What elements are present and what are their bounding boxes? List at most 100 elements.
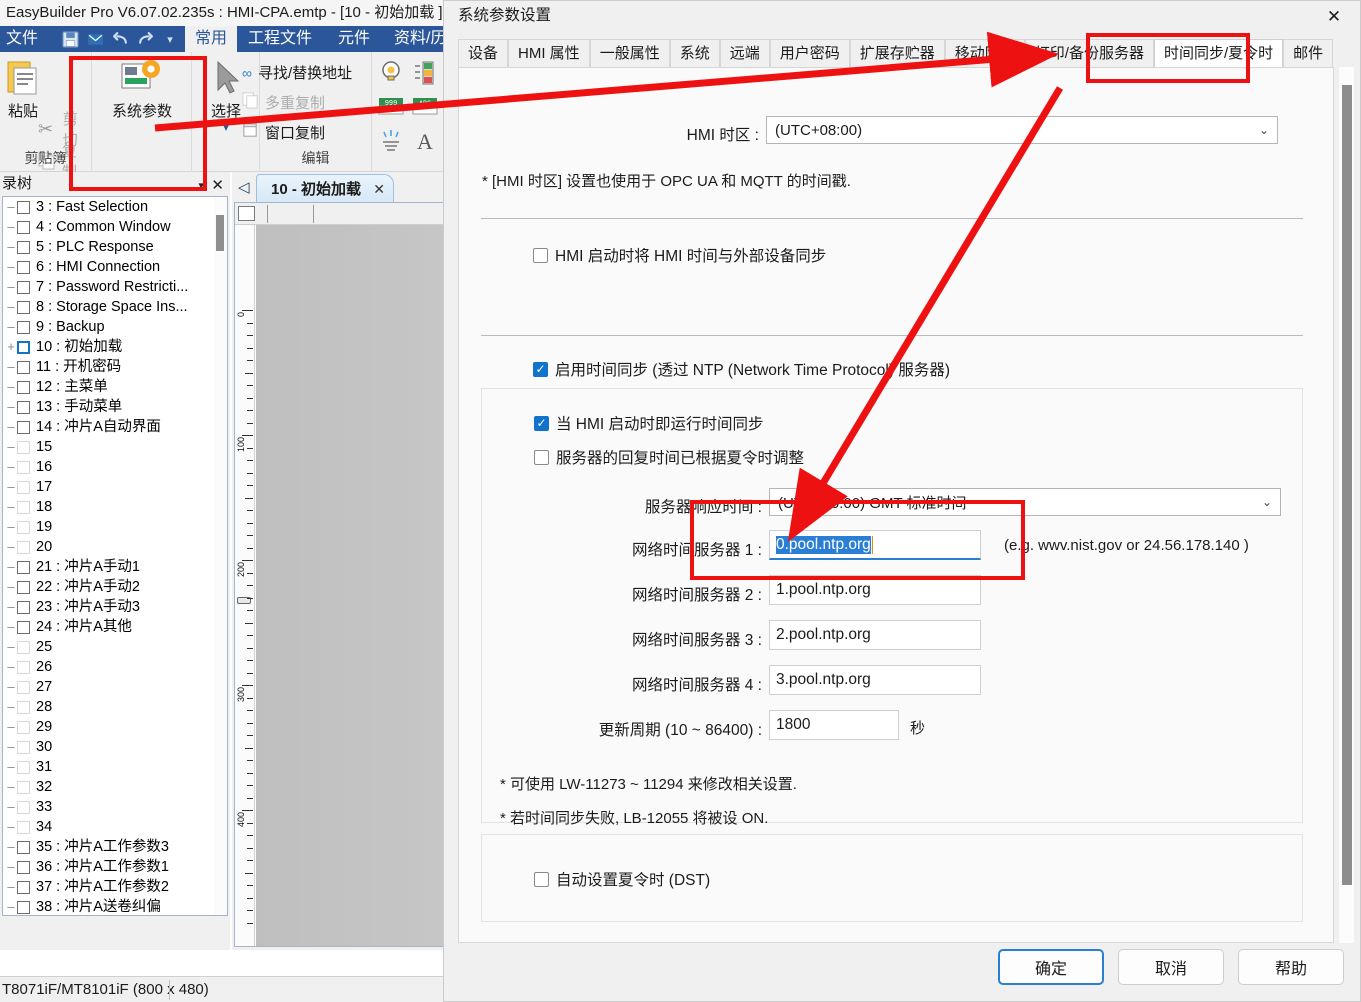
tree-item[interactable]: – 3 : Fast Selection <box>3 197 215 217</box>
dialog-tab-8[interactable]: 打印/备份服务器 <box>1024 39 1154 67</box>
export-icon[interactable] <box>85 29 105 49</box>
tree-item[interactable]: – 37 : 冲片A工作参数2 <box>3 877 215 897</box>
tree-item[interactable]: – 4 : Common Window <box>3 217 215 237</box>
chevron-down-icon[interactable]: ▾ <box>223 121 229 134</box>
save-icon[interactable] <box>60 29 80 49</box>
customize-qat-icon[interactable]: ▾ <box>160 29 180 49</box>
tree-item[interactable]: – 38 : 冲片A送卷纠偏 <box>3 897 215 915</box>
system-parameter-button[interactable]: 系统参数 <box>101 58 183 121</box>
tree-item[interactable]: +10 : 初始加载 <box>3 337 215 357</box>
tree-item[interactable]: – 11 : 开机密码 <box>3 357 215 377</box>
object-tree[interactable]: – 3 : Fast Selection – 4 : Common Window – 5 … <box>2 196 228 916</box>
ntp-server-2-input[interactable]: 1.pool.ntp.org <box>769 575 981 605</box>
bit-lamp-icon[interactable] <box>376 58 410 92</box>
dialog-tab-1[interactable]: HMI 属性 <box>508 39 590 67</box>
tree-item[interactable]: – 21 : 冲片A手动1 <box>3 557 215 577</box>
tree-item[interactable]: – 17 <box>3 477 215 497</box>
tree-item[interactable]: – 13 : 手动菜单 <box>3 397 215 417</box>
dialog-tab-2[interactable]: 一般属性 <box>589 39 670 67</box>
tree-item[interactable]: – 29 <box>3 717 215 737</box>
tree-item[interactable]: – 27 <box>3 677 215 697</box>
ntp-server-4-input[interactable]: 3.pool.ntp.org <box>769 665 981 695</box>
update-cycle-input[interactable]: 1800 <box>769 710 899 740</box>
dialog-tab-0[interactable]: 设备 <box>458 39 509 67</box>
tree-item[interactable]: – 18 <box>3 497 215 517</box>
system-parameter-settings-dialog: 系统参数设置 ✕ 设备 HMI 属性 一般属性 系统 远端 用户密码 扩展存贮器 移动网络 打印… <box>443 0 1361 1002</box>
tree-item[interactable]: – 6 : HMI Connection <box>3 257 215 277</box>
tree-item[interactable]: – 15 <box>3 437 215 457</box>
close-icon[interactable]: ✕ <box>1320 5 1348 29</box>
tree-item[interactable]: – 36 : 冲片A工作参数1 <box>3 857 215 877</box>
tree-item[interactable]: – 19 <box>3 517 215 537</box>
multi-copy-button[interactable]: 多重复制 <box>242 92 325 113</box>
tree-item[interactable]: – 32 <box>3 777 215 797</box>
tree-item[interactable]: – 22 : 冲片A手动2 <box>3 577 215 597</box>
window-copy-button[interactable]: 窗口复制 <box>242 122 325 143</box>
tree-item[interactable]: – 16 <box>3 457 215 477</box>
document-tab-initial-load[interactable]: 10 - 初始加载 ✕ <box>256 174 394 202</box>
multi-state-icon[interactable] <box>410 58 444 92</box>
tree-item[interactable]: – 26 <box>3 657 215 677</box>
cancel-button[interactable]: 取消 <box>1118 949 1224 985</box>
tree-scrollbar[interactable] <box>214 197 227 915</box>
ntp-server-3-input[interactable]: 2.pool.ntp.org <box>769 620 981 650</box>
tree-item[interactable]: – 8 : Storage Space Ins... <box>3 297 215 317</box>
numeric-display-icon[interactable]: 999 <box>376 92 410 126</box>
window-state-icon <box>17 900 30 914</box>
sync-external-device-checkbox[interactable]: HMI 启动时将 HMI 时间与外部设备同步 <box>533 244 826 266</box>
tree-item[interactable]: – 31 <box>3 757 215 777</box>
sync-on-startup-label: 当 HMI 启动时即运行时间同步 <box>556 416 764 433</box>
tree-item[interactable]: – 5 : PLC Response <box>3 237 215 257</box>
ribbon-tab-file[interactable]: 文件 <box>6 26 38 52</box>
panel-menu-icon[interactable]: ▾ <box>198 174 204 198</box>
tree-item[interactable]: – 24 : 冲片A其他 <box>3 617 215 637</box>
text-object-icon[interactable]: A <box>410 126 444 160</box>
tree-item[interactable]: – 23 : 冲片A手动3 <box>3 597 215 617</box>
dialog-tab-9[interactable]: 时间同步/夏令时 <box>1153 39 1284 67</box>
tree-item[interactable]: – 34 <box>3 817 215 837</box>
find-replace-address-button[interactable]: ∞ 寻找/替换地址 <box>242 62 352 83</box>
help-button[interactable]: 帮助 <box>1238 949 1344 985</box>
enable-time-sync-checkbox[interactable]: 启用时间同步 (透过 NTP (Network Time Protocol) 服… <box>533 358 950 380</box>
dialog-scrollbar[interactable] <box>1338 67 1354 943</box>
sync-on-startup-checkbox[interactable]: 当 HMI 启动时即运行时间同步 <box>534 412 764 434</box>
tree-item[interactable]: – 25 <box>3 637 215 657</box>
tree-item[interactable]: – 7 : Password Restricti... <box>3 277 215 297</box>
dialog-tab-3[interactable]: 系统 <box>669 39 720 67</box>
ruler-minor-tick <box>247 422 253 424</box>
ribbon-tab-objects[interactable]: 元件 <box>328 26 380 52</box>
ntp-server-1-input[interactable]: 0.pool.ntp.org <box>769 530 981 560</box>
redo-icon[interactable] <box>135 29 155 49</box>
tree-item[interactable]: – 30 <box>3 737 215 757</box>
dialog-scrollbar-thumb[interactable] <box>1342 85 1352 885</box>
dialog-tab-4[interactable]: 远端 <box>719 39 770 67</box>
ribbon-tab-home[interactable]: 常用 <box>185 26 238 52</box>
server-response-time-select[interactable]: (UTC+00:00) GMT 标准时间 ⌄ <box>769 488 1281 516</box>
animation-icon[interactable] <box>376 126 410 160</box>
tree-item[interactable]: – 20 <box>3 537 215 557</box>
tree-item[interactable]: – 14 : 冲片A自动界面 <box>3 417 215 437</box>
dialog-tab-5[interactable]: 用户密码 <box>769 39 850 67</box>
dst-adjusted-checkbox[interactable]: 服务器的回复时间已根据夏令时调整 <box>534 446 804 468</box>
close-icon[interactable]: ✕ <box>211 174 224 198</box>
tree-item[interactable]: – 35 : 冲片A工作参数3 <box>3 837 215 857</box>
ok-button[interactable]: 确定 <box>998 949 1104 985</box>
dialog-tab-6[interactable]: 扩展存贮器 <box>849 39 945 67</box>
dialog-tab-7[interactable]: 移动网络 <box>944 39 1025 67</box>
tree-item[interactable]: – 33 <box>3 797 215 817</box>
window-properties-icon[interactable] <box>238 206 255 221</box>
tree-item[interactable]: – 9 : Backup <box>3 317 215 337</box>
dialog-tab-10[interactable]: 邮件 <box>1283 39 1334 67</box>
auto-dst-checkbox[interactable]: 自动设置夏令时 (DST) <box>534 868 710 890</box>
undo-icon[interactable] <box>110 29 130 49</box>
tab-scroll-left-icon[interactable]: ◁ <box>238 178 250 196</box>
expand-icon[interactable]: + <box>5 337 17 357</box>
tree-item[interactable]: – 28 <box>3 697 215 717</box>
ascii-display-icon[interactable]: ABC <box>410 92 444 126</box>
canvas-page[interactable] <box>256 225 443 946</box>
hmi-timezone-select[interactable]: (UTC+08:00) ⌄ <box>766 116 1278 144</box>
ribbon-tab-project[interactable]: 工程文件 <box>238 26 322 52</box>
tree-scrollbar-thumb[interactable] <box>216 215 224 251</box>
tree-item[interactable]: – 12 : 主菜单 <box>3 377 215 397</box>
close-icon[interactable]: ✕ <box>373 181 385 197</box>
